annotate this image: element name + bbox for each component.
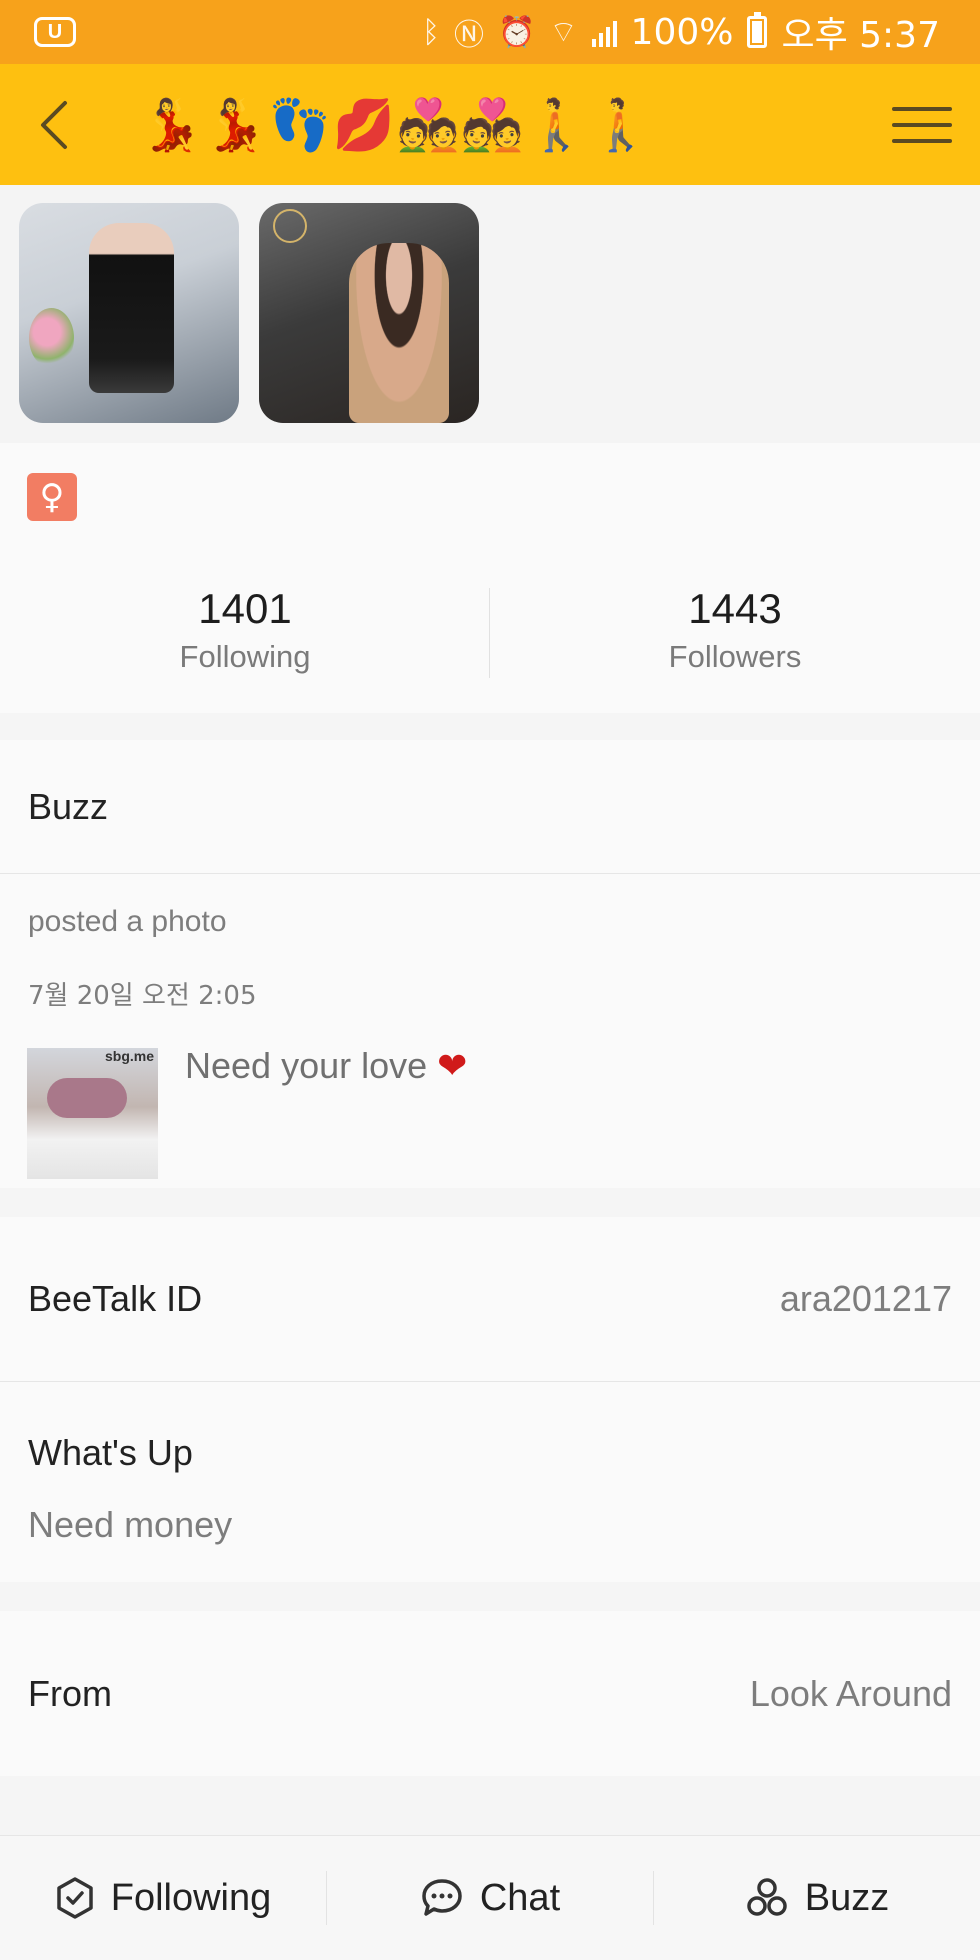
heart-emoji-icon: ❤	[437, 1046, 468, 1087]
following-button[interactable]: Following	[0, 1836, 326, 1960]
photo-figure	[349, 243, 449, 423]
status-icons: ᛒ Ⓝ ⏰ ⌔ 100% 오후 5:37	[422, 6, 940, 58]
thumbnail-watermark: sbg.me	[104, 1048, 154, 1064]
buzz-photo-thumbnail[interactable]: sbg.me	[27, 1048, 158, 1179]
photo-strip	[0, 185, 980, 443]
clock: 오후 5:37	[781, 15, 940, 56]
bluetooth-icon: ᛒ	[421, 14, 440, 50]
photo-flowers	[29, 308, 74, 368]
whats-up-label: What's Up	[28, 1432, 193, 1473]
from-label: From	[28, 1672, 112, 1714]
profile-name-title: 💃💃👣💋💑💑🚶🚶	[140, 95, 655, 154]
buzz-caption: Need your love	[185, 1045, 428, 1086]
hexagon-check-icon	[56, 1877, 93, 1919]
buzz-button-label: Buzz	[804, 1876, 890, 1919]
photo-logo	[273, 209, 307, 243]
battery-icon	[747, 12, 768, 48]
following-button-label: Following	[110, 1876, 272, 1919]
profile-photo-1[interactable]	[19, 203, 239, 423]
menu-button[interactable]	[892, 95, 952, 155]
hamburger-line	[892, 122, 952, 127]
followers-label: Followers	[668, 639, 802, 674]
whats-up-row: What's Up Need money	[0, 1382, 980, 1546]
buzz-section: Buzz posted a photo 7월 20일 오전 2:05 sbg.m…	[0, 740, 980, 1188]
alarm-icon: ⏰	[497, 14, 536, 50]
back-button[interactable]	[28, 95, 80, 155]
buzz-timestamp: 7월 20일 오전 2:05	[28, 981, 257, 1011]
honeycomb-icon	[747, 1878, 787, 1916]
from-row: From Look Around	[0, 1611, 980, 1776]
wifi-icon: ⌔	[549, 15, 578, 50]
profile-summary: ♀ 1401 Following 1443 Followers	[0, 443, 980, 713]
hamburger-line	[892, 138, 952, 143]
profile-info: BeeTalk ID ara201217 What's Up Need mone…	[0, 1217, 980, 1582]
top-app-bar: 💃💃👣💋💑💑🚶🚶	[0, 64, 980, 185]
buzz-action-text: posted a photo	[28, 905, 227, 938]
follow-stats: 1401 Following 1443 Followers	[0, 583, 980, 683]
from-value: Look Around	[749, 1672, 952, 1714]
beetalk-id-label: BeeTalk ID	[28, 1278, 203, 1319]
following-stat[interactable]: 1401 Following	[0, 583, 490, 683]
beetalk-id-value: ara201217	[779, 1278, 952, 1319]
following-label: Following	[179, 639, 311, 674]
thumbnail-figure	[47, 1078, 127, 1118]
profile-photo-2[interactable]	[259, 203, 479, 423]
following-count: 1401	[198, 585, 292, 632]
followers-count: 1443	[688, 585, 782, 632]
status-bar: U ᛒ Ⓝ ⏰ ⌔ 100% 오후 5:37	[0, 0, 980, 64]
battery-percent: 100%	[630, 11, 734, 53]
nfc-icon: Ⓝ	[453, 18, 484, 53]
female-gender-icon: ♀	[27, 473, 77, 521]
buzz-post-text[interactable]: Need your love ❤	[185, 1045, 467, 1087]
chat-bubble-icon	[422, 1879, 462, 1916]
chevron-left-icon	[41, 100, 67, 149]
chat-button-label: Chat	[479, 1876, 561, 1919]
hamburger-menu-icon	[892, 106, 952, 111]
bottom-action-bar: Following Chat Buzz	[0, 1835, 980, 1960]
signal-icon	[591, 17, 617, 47]
buzz-heading[interactable]: Buzz	[0, 740, 980, 874]
followers-stat[interactable]: 1443 Followers	[490, 583, 980, 683]
from-section: From Look Around	[0, 1611, 980, 1776]
app-badge-icon: U	[34, 17, 76, 47]
beetalk-id-row: BeeTalk ID ara201217	[0, 1217, 980, 1382]
buzz-button[interactable]: Buzz	[654, 1836, 980, 1960]
whats-up-value: Need money	[28, 1504, 233, 1545]
photo-figure	[89, 223, 174, 393]
chat-button[interactable]: Chat	[327, 1836, 653, 1960]
